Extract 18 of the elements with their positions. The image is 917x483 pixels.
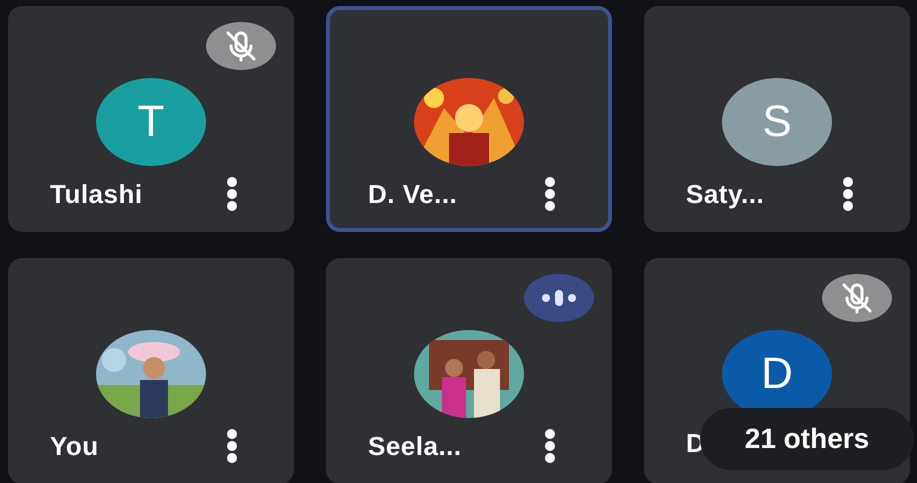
more-options-icon — [842, 176, 854, 212]
participant-name: Saty... — [686, 178, 764, 210]
participant-tile[interactable]: Seela... — [326, 258, 612, 483]
others-button[interactable]: 21 others — [700, 408, 914, 470]
participant-name: D. Ve... — [368, 178, 458, 210]
participant-tile[interactable]: T Tulashi — [8, 6, 294, 232]
participant-name: Seela... — [368, 430, 462, 462]
more-options-icon — [226, 428, 238, 464]
more-options-icon — [226, 176, 238, 212]
avatar: T — [96, 78, 206, 166]
participant-name: You — [50, 430, 99, 462]
avatar: S — [722, 78, 832, 166]
more-options-icon — [544, 428, 556, 464]
more-options-icon — [544, 176, 556, 212]
participant-name: Tulashi — [50, 178, 143, 210]
participant-tile[interactable]: D. Ve... — [326, 6, 612, 232]
participant-tile[interactable]: S Saty... — [644, 6, 910, 232]
participant-tile[interactable]: You — [8, 258, 294, 483]
